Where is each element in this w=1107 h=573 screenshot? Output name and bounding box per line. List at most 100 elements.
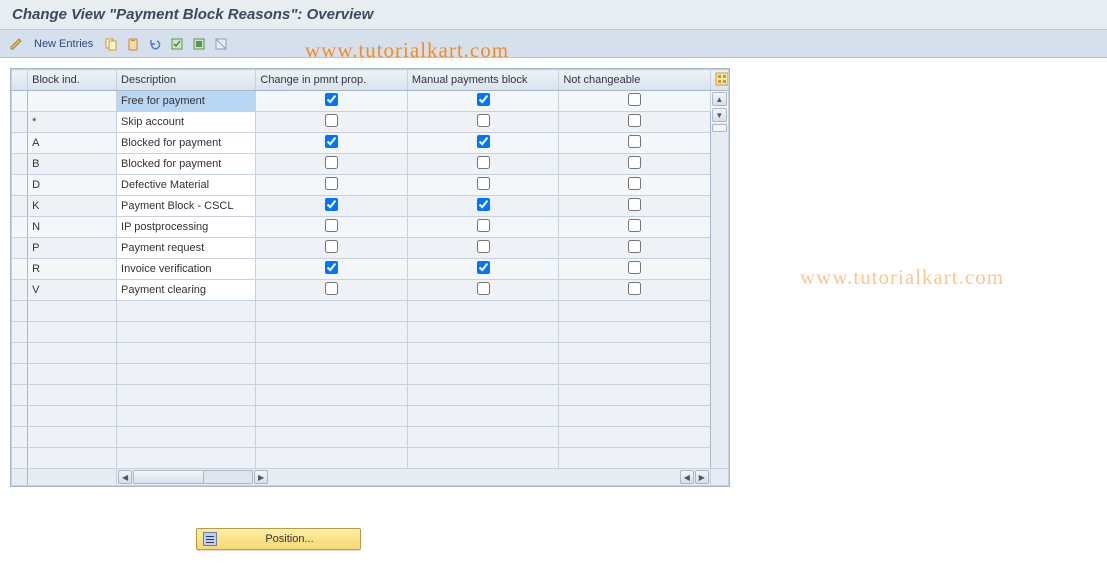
row-selector[interactable] [12, 196, 28, 217]
new-entries-button[interactable]: New Entries [30, 38, 97, 50]
manual-block-checkbox[interactable] [477, 261, 490, 274]
scroll-left-icon[interactable]: ◀ [118, 470, 132, 484]
table-settings-button[interactable] [710, 70, 728, 91]
row-selector[interactable] [12, 91, 28, 112]
column-manual-block[interactable]: Manual payments block [407, 70, 558, 91]
not-changeable-checkbox[interactable] [628, 198, 641, 211]
empty-row [12, 385, 729, 406]
manual-block-checkbox[interactable] [477, 114, 490, 127]
block-indicator-input[interactable] [32, 155, 112, 174]
row-selector[interactable] [12, 217, 28, 238]
change-pmnt-checkbox[interactable] [325, 156, 338, 169]
column-not-changeable[interactable]: Not changeable [559, 70, 710, 91]
row-selector[interactable] [12, 133, 28, 154]
block-indicator-input[interactable] [32, 176, 112, 195]
position-button[interactable]: Position... [196, 528, 361, 550]
change-pmnt-checkbox[interactable] [325, 198, 338, 211]
undo-icon[interactable] [147, 36, 163, 52]
select-block-icon[interactable] [191, 36, 207, 52]
row-selector[interactable] [12, 385, 28, 406]
block-indicator-input[interactable] [32, 281, 112, 300]
description-cell[interactable]: Skip account [121, 116, 251, 128]
change-pmnt-checkbox[interactable] [325, 114, 338, 127]
description-cell[interactable]: Payment clearing [121, 284, 251, 296]
block-indicator-input[interactable] [32, 134, 112, 153]
description-cell[interactable]: IP postprocessing [121, 221, 251, 233]
not-changeable-checkbox[interactable] [628, 219, 641, 232]
not-changeable-checkbox[interactable] [628, 261, 641, 274]
manual-block-checkbox[interactable] [477, 219, 490, 232]
row-selector[interactable] [12, 343, 28, 364]
empty-row [12, 427, 729, 448]
manual-block-checkbox[interactable] [477, 198, 490, 211]
manual-block-checkbox[interactable] [477, 177, 490, 190]
manual-block-checkbox[interactable] [477, 282, 490, 295]
description-cell[interactable]: Payment Block - CSCL [121, 200, 251, 212]
block-indicator-input[interactable] [32, 218, 112, 237]
payment-block-table: Block ind. Description Change in pmnt pr… [10, 68, 730, 487]
row-selector[interactable] [12, 406, 28, 427]
row-selector[interactable] [12, 259, 28, 280]
description-cell[interactable]: Blocked for payment [121, 137, 251, 149]
not-changeable-checkbox[interactable] [628, 156, 641, 169]
description-cell[interactable]: Invoice verification [121, 263, 251, 275]
not-changeable-checkbox[interactable] [628, 114, 641, 127]
manual-block-checkbox[interactable] [477, 93, 490, 106]
table-row: Payment clearing [12, 280, 729, 301]
column-description[interactable]: Description [117, 70, 256, 91]
delete-icon[interactable] [125, 36, 141, 52]
change-pmnt-checkbox[interactable] [325, 219, 338, 232]
empty-row [12, 448, 729, 469]
change-pmnt-checkbox[interactable] [325, 135, 338, 148]
change-pmnt-checkbox[interactable] [325, 93, 338, 106]
not-changeable-checkbox[interactable] [628, 135, 641, 148]
scroll-down-icon[interactable]: ▼ [712, 108, 727, 122]
block-indicator-input[interactable] [32, 239, 112, 258]
column-block-ind[interactable]: Block ind. [28, 70, 117, 91]
select-all-column[interactable] [12, 70, 28, 91]
row-selector[interactable] [12, 280, 28, 301]
block-indicator-input[interactable] [32, 113, 112, 132]
block-indicator-input[interactable] [32, 260, 112, 279]
block-indicator-input[interactable] [32, 197, 112, 216]
table-row: IP postprocessing [12, 217, 729, 238]
scroll-right-icon[interactable]: ▶ [254, 470, 268, 484]
row-selector[interactable] [12, 175, 28, 196]
row-selector[interactable] [12, 427, 28, 448]
change-pmnt-checkbox[interactable] [325, 261, 338, 274]
description-cell[interactable]: Free for payment [121, 95, 251, 107]
row-selector[interactable] [12, 301, 28, 322]
block-indicator-input[interactable] [32, 92, 112, 111]
row-selector[interactable] [12, 154, 28, 175]
copy-icon[interactable] [103, 36, 119, 52]
manual-block-checkbox[interactable] [477, 240, 490, 253]
not-changeable-checkbox[interactable] [628, 93, 641, 106]
column-change-pmnt[interactable]: Change in pmnt prop. [256, 70, 407, 91]
table-row: Invoice verification [12, 259, 729, 280]
not-changeable-checkbox[interactable] [628, 282, 641, 295]
not-changeable-checkbox[interactable] [628, 177, 641, 190]
row-selector[interactable] [12, 112, 28, 133]
change-display-icon[interactable] [8, 36, 24, 52]
manual-block-checkbox[interactable] [477, 156, 490, 169]
description-cell[interactable]: Payment request [121, 242, 251, 254]
row-selector[interactable] [12, 322, 28, 343]
change-pmnt-checkbox[interactable] [325, 240, 338, 253]
vertical-scrollbar[interactable]: ▲▼ [710, 91, 728, 469]
description-cell[interactable]: Defective Material [121, 179, 251, 191]
deselect-all-icon[interactable] [213, 36, 229, 52]
description-cell[interactable]: Blocked for payment [121, 158, 251, 170]
change-pmnt-checkbox[interactable] [325, 282, 338, 295]
select-all-icon[interactable] [169, 36, 185, 52]
not-changeable-checkbox[interactable] [628, 240, 641, 253]
row-selector[interactable] [12, 238, 28, 259]
manual-block-checkbox[interactable] [477, 135, 490, 148]
row-selector[interactable] [12, 448, 28, 469]
table-row: Skip account [12, 112, 729, 133]
scroll-right-end-icon[interactable]: ▶ [695, 470, 709, 484]
row-selector[interactable] [12, 364, 28, 385]
scroll-left-end-icon[interactable]: ◀ [680, 470, 694, 484]
page-title: Change View "Payment Block Reasons": Ove… [0, 0, 1107, 30]
scroll-up-icon[interactable]: ▲ [712, 92, 727, 106]
change-pmnt-checkbox[interactable] [325, 177, 338, 190]
